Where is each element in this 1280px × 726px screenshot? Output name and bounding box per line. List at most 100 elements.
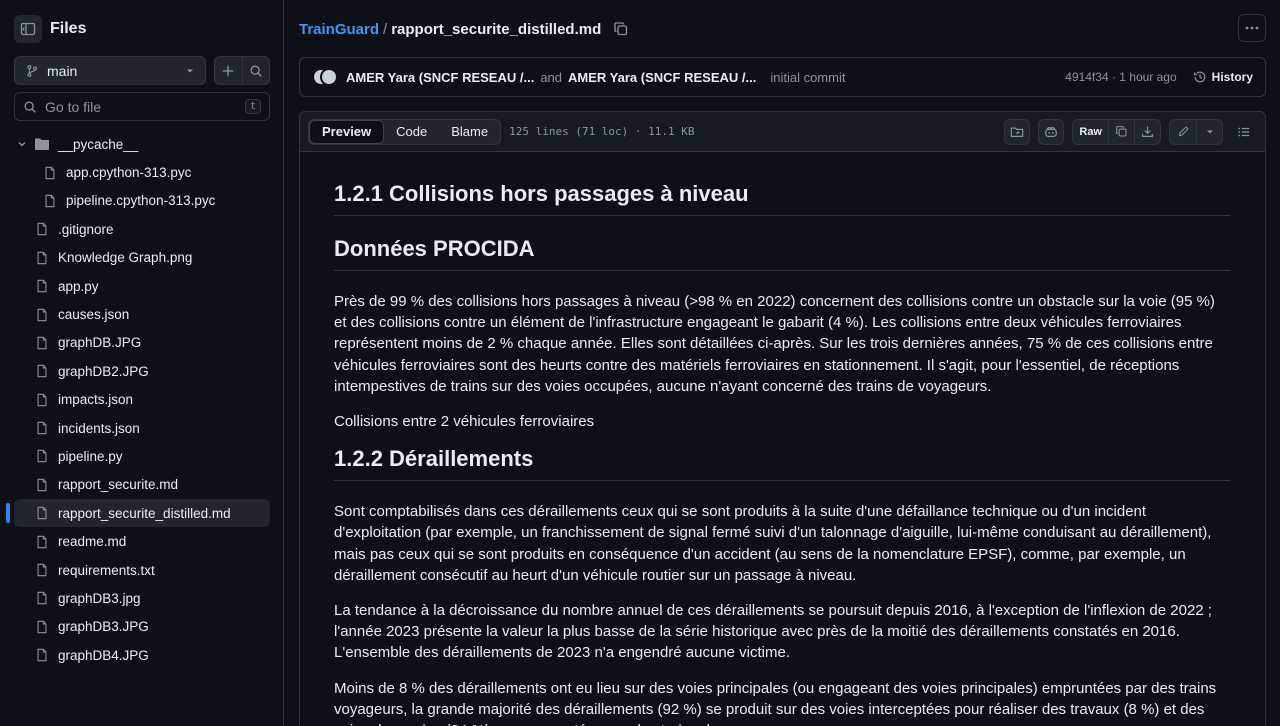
tree-folder[interactable]: __pycache__	[14, 130, 270, 158]
copy-raw-button[interactable]	[1108, 119, 1134, 144]
more-options-button[interactable]	[1238, 14, 1266, 42]
file-icon	[34, 505, 50, 521]
heading-collisions: 1.2.1 Collisions hors passages à niveau	[334, 181, 1230, 216]
edit-options-dropdown[interactable]	[1196, 119, 1222, 144]
tree-file[interactable]: pipeline.cpython-313.pyc	[14, 187, 270, 215]
tree-item-label: causes.json	[58, 307, 130, 323]
file-icon	[34, 221, 50, 237]
keyboard-shortcut-badge: t	[244, 99, 261, 114]
tab-code[interactable]: Code	[384, 120, 439, 144]
search-icon	[24, 101, 36, 113]
file-icon	[34, 420, 50, 436]
file-actions: Raw	[1004, 118, 1257, 145]
tree-file[interactable]: rapport_securite_distilled.md	[6, 499, 270, 528]
file-directory-symlink-icon	[1011, 126, 1024, 137]
file-icon	[34, 477, 50, 493]
edit-file-button[interactable]	[1170, 120, 1196, 144]
outline-button[interactable]	[1231, 119, 1257, 145]
copilot-button[interactable]	[1038, 118, 1065, 145]
tree-file[interactable]: graphDB4.JPG	[14, 641, 270, 669]
heading-procida: Données PROCIDA	[334, 236, 1230, 271]
copy-icon	[614, 22, 628, 36]
tree-file[interactable]: pipeline.py	[14, 442, 270, 470]
file-icon	[34, 534, 50, 550]
tree-item-label: graphDB.JPG	[58, 335, 142, 351]
tab-preview[interactable]: Preview	[309, 119, 385, 144]
tree-file[interactable]: Knowledge Graph.png	[14, 244, 270, 272]
breadcrumb-separator: /	[383, 20, 388, 38]
caret-down-icon	[187, 69, 193, 72]
tree-item-label: incidents.json	[58, 420, 140, 436]
copy-path-button[interactable]	[613, 21, 629, 37]
tab-blame[interactable]: Blame	[439, 120, 500, 144]
tree-file[interactable]: incidents.json	[14, 414, 270, 442]
tree-item-label: impacts.json	[58, 392, 134, 408]
paragraph: La tendance à la décroissance du nombre …	[334, 602, 1212, 662]
tree-item-label: Knowledge Graph.png	[58, 250, 193, 266]
file-icon	[34, 619, 50, 635]
copilot-icon	[1045, 126, 1058, 137]
history-icon	[1193, 71, 1206, 83]
tree-file[interactable]: causes.json	[14, 300, 270, 328]
tree-item-label: readme.md	[58, 534, 127, 550]
commit-coauthor-link[interactable]: AMER Yara (SNCF RESEAU /...	[568, 70, 756, 85]
view-mode-tabs: Preview Code Blame	[308, 118, 502, 145]
download-button[interactable]	[1134, 119, 1160, 144]
tree-file[interactable]: requirements.txt	[14, 556, 270, 584]
tree-file[interactable]: .gitignore	[14, 215, 270, 243]
paragraph: Près de 99 % des collisions hors passage…	[334, 293, 1215, 395]
tree-file[interactable]: graphDB.JPG	[14, 329, 270, 357]
tree-item-label: rapport_securite.md	[58, 477, 179, 493]
tree-item-label: requirements.txt	[58, 562, 155, 578]
download-icon	[1142, 126, 1153, 137]
tree-file[interactable]: readme.md	[14, 527, 270, 555]
search-files-button[interactable]	[241, 57, 270, 84]
latest-commit-bar: AMER Yara (SNCF RESEAU /... and AMER Yar…	[299, 57, 1266, 97]
tree-file[interactable]: graphDB2.JPG	[14, 357, 270, 385]
avatar[interactable]	[320, 68, 338, 86]
file-viewer: Preview Code Blame 125 lines (71 loc) · …	[299, 111, 1266, 726]
edit-group	[1169, 118, 1223, 145]
commit-author-link[interactable]: AMER Yara (SNCF RESEAU /...	[346, 70, 534, 85]
tree-file[interactable]: graphDB3.jpg	[14, 584, 270, 612]
tree-item-label: app.py	[58, 278, 99, 294]
heading-deraillements: 1.2.2 Déraillements	[334, 446, 1230, 482]
pencil-icon	[1178, 126, 1189, 137]
tree-item-label: app.cpython-313.pyc	[66, 165, 192, 181]
history-button[interactable]: History	[1193, 70, 1253, 84]
tree-file[interactable]: app.cpython-313.pyc	[14, 158, 270, 186]
breadcrumb: TrainGuard / rapport_securite_distilled.…	[299, 14, 1266, 44]
file-icon	[42, 193, 58, 209]
symbols-panel-button[interactable]	[1004, 118, 1031, 145]
chevron-down-icon[interactable]	[14, 136, 30, 152]
sidebar-actions	[214, 56, 270, 85]
file-header: Preview Code Blame 125 lines (71 loc) · …	[300, 112, 1265, 152]
folder-icon	[34, 136, 50, 152]
go-to-file-input[interactable]: Go to file t	[14, 92, 270, 121]
sidebar-header: Files	[14, 14, 86, 44]
repo-link[interactable]: TrainGuard	[299, 21, 379, 38]
tree-item-label: graphDB4.JPG	[58, 647, 149, 663]
add-file-button[interactable]	[215, 57, 242, 84]
paragraph: Moins de 8 % des déraillements ont eu li…	[334, 679, 1217, 726]
commit-hash-time[interactable]: 4914f34 · 1 hour ago	[1065, 70, 1176, 84]
tree-file[interactable]: rapport_securite.md	[14, 471, 270, 499]
commit-message-link[interactable]: initial commit	[770, 70, 845, 85]
branch-selector[interactable]: main	[14, 56, 206, 85]
tree-file[interactable]: impacts.json	[14, 386, 270, 414]
sidebar-collapse-icon	[20, 22, 36, 36]
file-icon	[34, 250, 50, 266]
file-icon	[34, 335, 50, 351]
file-icon	[34, 448, 50, 464]
raw-button[interactable]: Raw	[1073, 120, 1108, 144]
file-stats: 125 lines (71 loc) · 11.1 KB	[509, 125, 695, 138]
tree-file[interactable]: app.py	[14, 272, 270, 300]
file-tree-sidebar: Files main Go to file t __pycache__ app.c…	[0, 0, 284, 726]
tree-item-label: graphDB2.JPG	[58, 363, 149, 379]
tree-file[interactable]: graphDB3.JPG	[14, 613, 270, 641]
file-icon	[42, 165, 58, 181]
git-branch-icon	[27, 64, 38, 77]
collapse-sidebar-button[interactable]	[14, 15, 42, 43]
search-icon	[250, 65, 262, 77]
tree-item-label: graphDB3.JPG	[58, 619, 149, 635]
